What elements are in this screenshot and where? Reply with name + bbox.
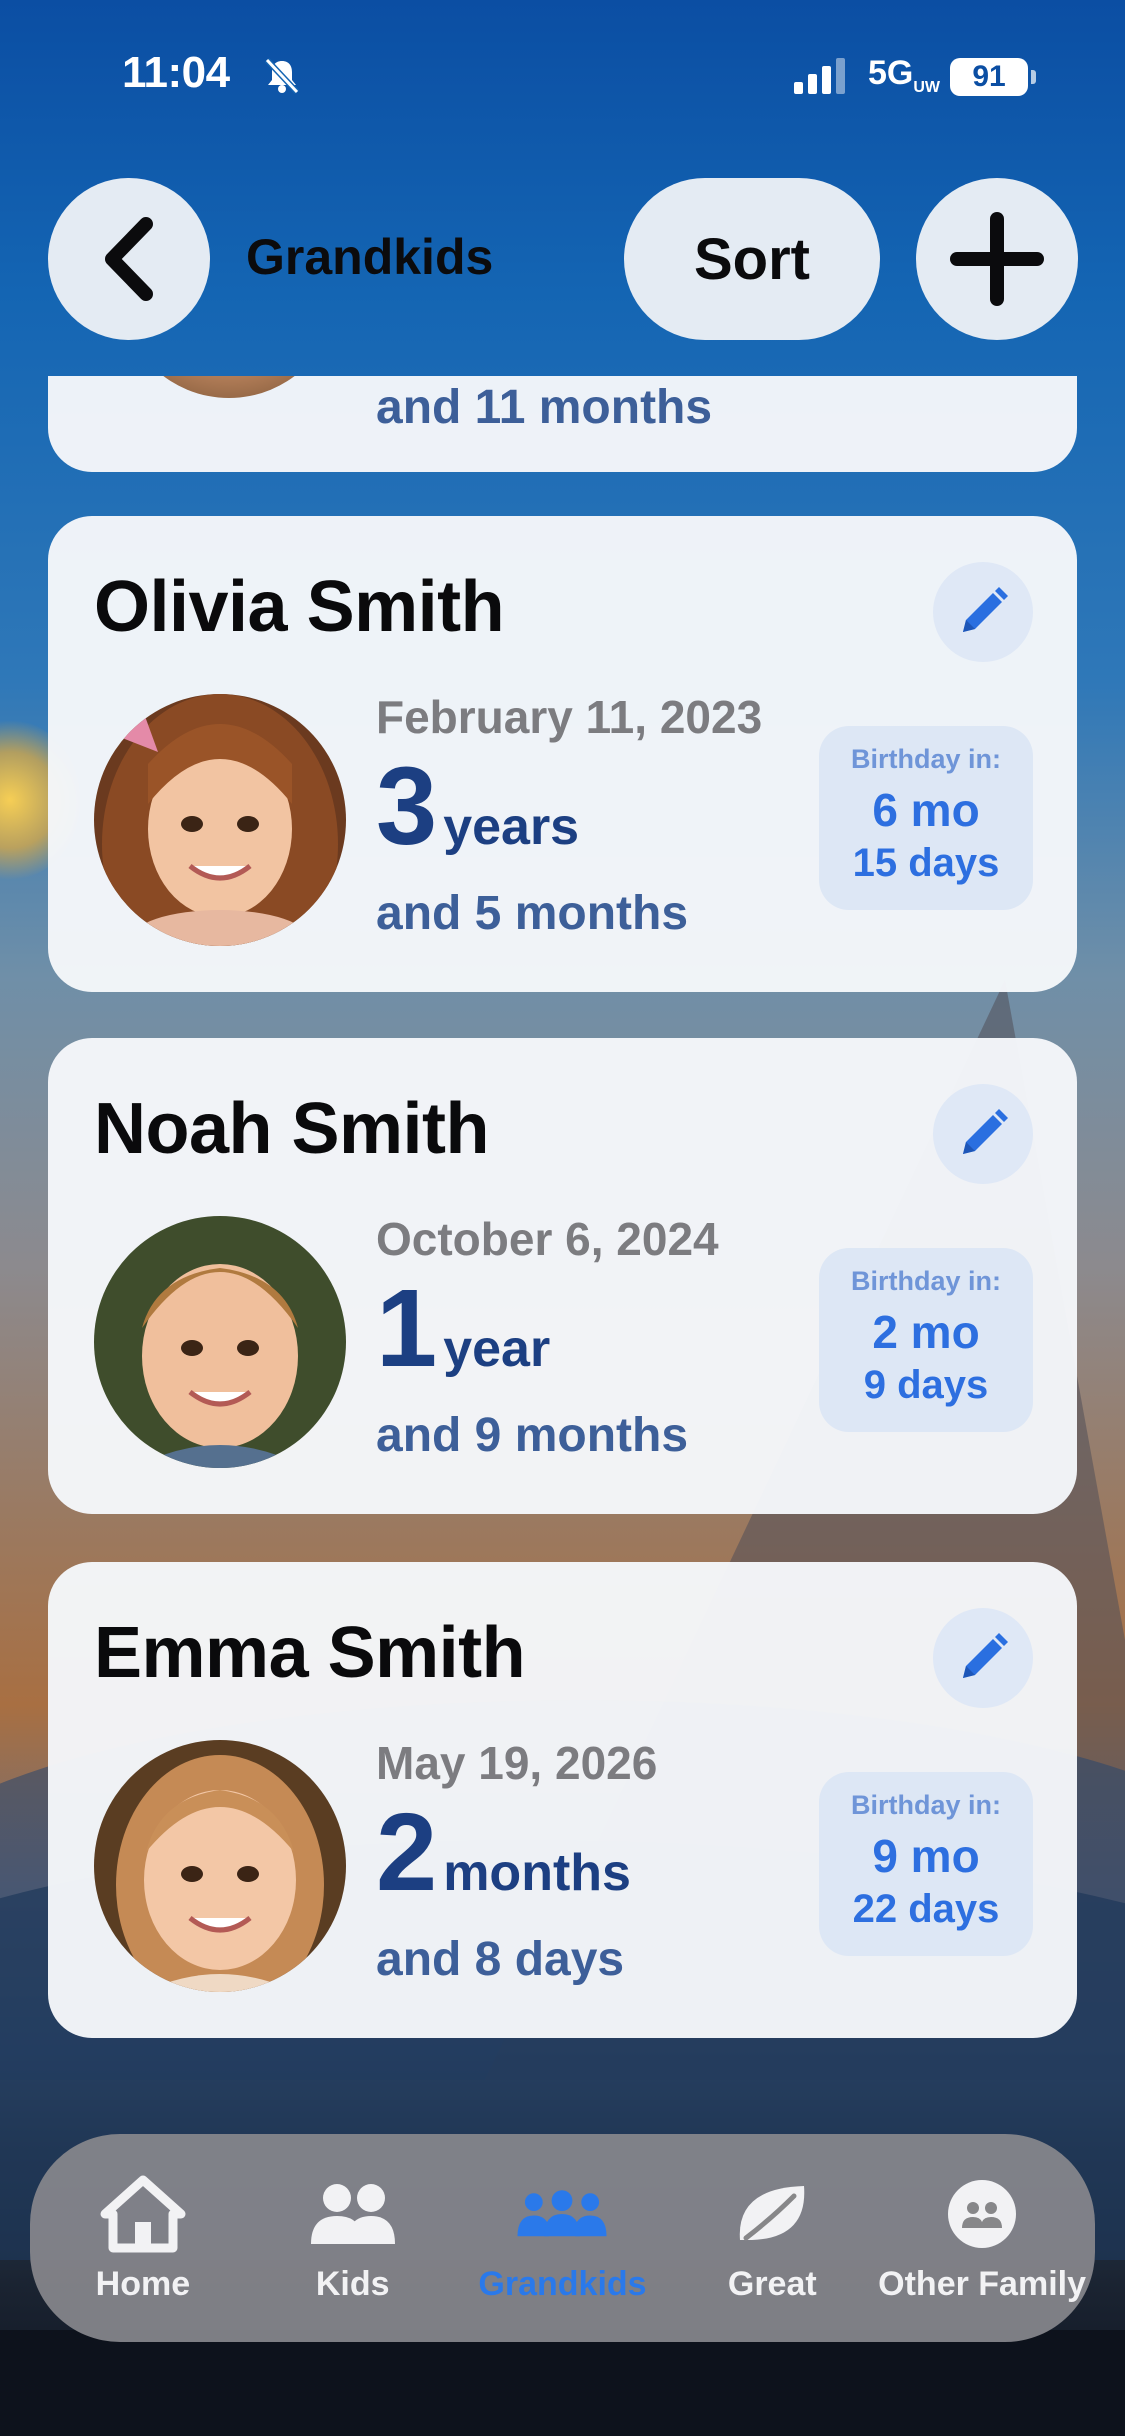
grandkid-name: Olivia Smith xyxy=(94,567,505,647)
signal-bars-icon xyxy=(794,58,845,94)
age-display: 3 years xyxy=(376,752,579,862)
tab-label: Grandkids xyxy=(478,2264,647,2303)
birthday-label: Birthday in: xyxy=(850,1790,1001,1820)
tab-kids[interactable]: Kids xyxy=(248,2153,458,2323)
birthdate: February 11, 2023 xyxy=(376,691,763,743)
family-circle-icon xyxy=(948,2179,1017,2248)
chevron-left-icon xyxy=(105,217,153,301)
add-button[interactable] xyxy=(916,178,1078,340)
bell-off-icon xyxy=(264,57,300,95)
edit-button[interactable] xyxy=(933,1608,1033,1708)
grandkids-list[interactable]: and 11 months Olivia Smith February 11, … xyxy=(0,376,1125,2056)
bottom-safe-area xyxy=(0,2330,1125,2436)
battery-tip xyxy=(1031,70,1036,84)
grandkid-card[interactable]: Olivia Smith February 11, 2023 3 years a… xyxy=(48,516,1077,992)
avatar xyxy=(94,1740,346,1992)
leaf-icon xyxy=(740,2185,805,2240)
age-unit: years xyxy=(443,798,580,856)
birthdate: October 6, 2024 xyxy=(376,1213,719,1265)
edit-button[interactable] xyxy=(933,562,1033,662)
grandkid-name: Noah Smith xyxy=(94,1089,490,1169)
grandkid-card[interactable]: Emma Smith May 19, 2026 2 months and 8 d… xyxy=(48,1562,1077,2038)
house-icon xyxy=(100,2175,186,2252)
birthday-months: 9 mo xyxy=(872,1830,980,1882)
network-type: 5GUW xyxy=(868,54,941,96)
grandkid-card[interactable]: Noah Smith October 6, 2024 1year and 9 xyxy=(48,1038,1077,1514)
birthday-label: Birthday in: xyxy=(850,1266,1001,1296)
grandkid-card[interactable]: and 11 months xyxy=(48,376,1077,472)
avatar xyxy=(94,694,346,946)
tab-label: Home xyxy=(95,2264,191,2303)
tab-great[interactable]: Great xyxy=(667,2153,877,2323)
sort-button[interactable]: Sort xyxy=(624,178,880,340)
age-unit: year xyxy=(443,1320,551,1378)
age-remainder: and 5 months xyxy=(376,887,689,940)
age-number: 3 xyxy=(376,745,438,868)
age-unit: months xyxy=(443,1844,631,1902)
edit-button[interactable] xyxy=(933,1084,1033,1184)
back-button[interactable] xyxy=(48,178,210,340)
group-icon xyxy=(517,2189,608,2236)
birthday-days: 22 days xyxy=(852,1887,1000,1931)
tab-bar: Home Kids Grandkids Great Other Family xyxy=(30,2134,1095,2342)
age-display: 2 months xyxy=(376,1798,631,1908)
plus-icon xyxy=(950,212,1044,306)
birthday-days: 15 days xyxy=(852,841,1000,885)
battery-indicator: 91 xyxy=(950,58,1028,96)
birthday-months: 2 mo xyxy=(872,1306,980,1358)
tab-other-family[interactable]: Other Family xyxy=(877,2153,1087,2323)
birthday-countdown: Birthday in: 9 mo 22 days xyxy=(819,1772,1033,1956)
avatar xyxy=(120,376,338,398)
birthday-countdown: Birthday in: 2 mo 9 days xyxy=(819,1248,1033,1432)
tab-label: Other Family xyxy=(878,2264,1086,2303)
avatar xyxy=(94,1216,346,1468)
age-number: 1 xyxy=(376,1267,438,1390)
page-title: Grandkids xyxy=(246,229,494,285)
birthday-label: Birthday in: xyxy=(850,744,1001,774)
birthdate: May 19, 2026 xyxy=(376,1737,658,1789)
two-people-icon xyxy=(310,2183,395,2244)
age-remainder: and 8 days xyxy=(376,1933,625,1986)
grandkid-name: Emma Smith xyxy=(94,1613,526,1693)
tab-label: Kids xyxy=(315,2264,390,2303)
status-bar: 11:04 5GUW 91 xyxy=(0,0,1125,150)
tab-label: Great xyxy=(727,2264,817,2303)
age-number: 2 xyxy=(376,1791,438,1914)
status-time: 11:04 xyxy=(122,48,230,97)
birthday-months: 6 mo xyxy=(872,784,980,836)
birthday-countdown: Birthday in: 6 mo 15 days xyxy=(819,726,1033,910)
tab-grandkids[interactable]: Grandkids xyxy=(458,2153,668,2323)
pencil-icon xyxy=(963,1109,1008,1154)
pencil-icon xyxy=(963,587,1008,632)
age-display: 1 year xyxy=(376,1274,550,1384)
birthday-days: 9 days xyxy=(863,1363,989,1407)
age-remainder: and 9 months xyxy=(376,1409,689,1462)
age-remainder: and 11 months xyxy=(376,381,713,434)
pencil-icon xyxy=(963,1633,1008,1678)
tab-home[interactable]: Home xyxy=(38,2153,248,2323)
